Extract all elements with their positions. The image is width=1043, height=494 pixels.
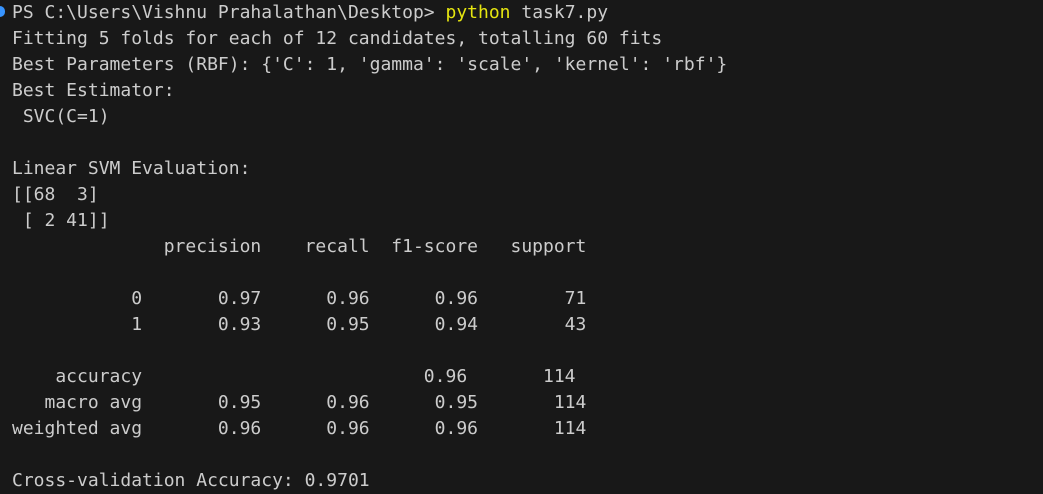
terminal-output: PS C:\Users\Vishnu Prahalathan\Desktop> … xyxy=(12,0,727,494)
terminal-panel[interactable]: PS C:\Users\Vishnu Prahalathan\Desktop> … xyxy=(0,0,1043,491)
output-line: Best Parameters (RBF): {'C': 1, 'gamma':… xyxy=(12,54,728,75)
output-line: macro avg 0.95 0.96 0.95 114 xyxy=(12,392,587,413)
output-line: 0 0.97 0.96 0.96 71 xyxy=(12,288,587,309)
output-line: [[68 3] xyxy=(12,184,99,205)
output-line: Linear SVM Evaluation: xyxy=(12,158,251,179)
output-line: SVC(C=1) xyxy=(12,106,110,127)
command-decoration-icon[interactable] xyxy=(0,6,5,17)
output-line: weighted avg 0.96 0.96 0.96 114 xyxy=(12,418,587,439)
output-line: Best Estimator: xyxy=(12,80,175,101)
output-line: Fitting 5 folds for each of 12 candidate… xyxy=(12,28,663,49)
command-name: python xyxy=(445,2,511,23)
output-line: [ 2 41]] xyxy=(12,210,110,231)
prompt-line: PS C:\Users\Vishnu Prahalathan\Desktop> … xyxy=(12,0,727,26)
output-line: 1 0.93 0.95 0.94 43 xyxy=(12,314,587,335)
prompt-path: PS C:\Users\Vishnu Prahalathan\Desktop> xyxy=(12,2,446,23)
output-line: accuracy 0.96 114 xyxy=(12,366,576,387)
command-args: task7.py xyxy=(510,2,609,23)
output-line: precision recall f1-score support xyxy=(12,236,587,257)
output-line: Cross-validation Accuracy: 0.9701 xyxy=(12,470,370,491)
